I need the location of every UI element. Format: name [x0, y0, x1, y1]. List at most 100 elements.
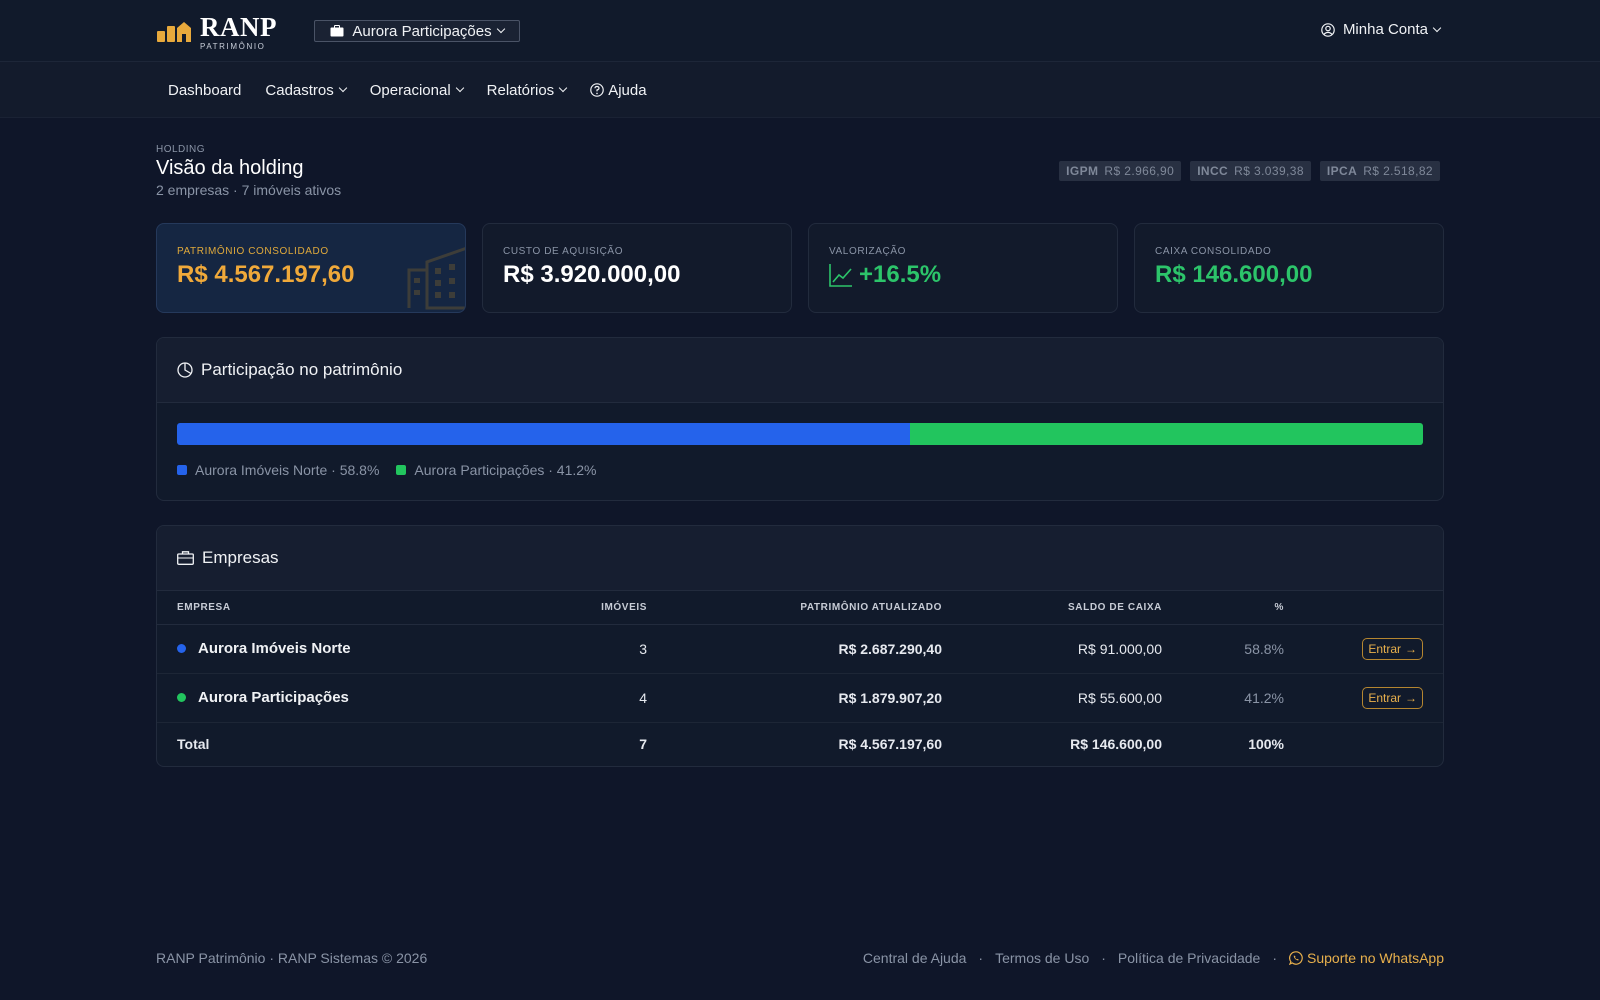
enter-button-label: Entrar: [1368, 690, 1401, 705]
chevron-down-icon: [455, 83, 464, 93]
index-name: IGPM: [1066, 164, 1099, 178]
help-circle-icon: [590, 83, 604, 97]
table-row: Aurora Participações 4 R$ 1.879.907,20 R…: [157, 673, 1443, 723]
nav-relatorios[interactable]: Relatórios: [475, 82, 579, 99]
enter-company-button[interactable]: Entrar →: [1362, 686, 1423, 709]
card-value-row: +16.5%: [829, 261, 1097, 289]
main-nav: Dashboard Cadastros Operacional Relatóri…: [0, 62, 1600, 118]
company-color-dot: [177, 644, 186, 653]
company-color-dot: [177, 693, 186, 702]
card-valorizacao: VALORIZAÇÃO +16.5%: [808, 223, 1118, 313]
companies-table: EMPRESA IMÓVEIS PATRIMÔNIO ATUALIZADO SA…: [157, 591, 1443, 766]
col-empresa: EMPRESA: [157, 591, 557, 625]
company-name: Aurora Participações: [177, 689, 557, 706]
index-badge-incc: INCC R$ 3.039,38: [1190, 161, 1311, 181]
footer: RANP Patrimônio · RANP Sistemas © 2026 C…: [156, 950, 1444, 966]
nav-operacional[interactable]: Operacional: [358, 82, 475, 99]
footer-separator: ·: [978, 950, 984, 966]
account-menu[interactable]: Minha Conta: [1321, 21, 1442, 38]
card-patrimonio-consolidado: PATRIMÔNIO CONSOLIDADO R$ 4.567.197,60: [156, 223, 466, 313]
logo[interactable]: RANP PATRIMÔNIO: [156, 14, 277, 51]
total-percent: 100%: [1248, 736, 1284, 753]
companies-panel-header: Empresas: [157, 526, 1443, 591]
index-value: R$ 3.039,38: [1234, 164, 1304, 178]
brand-subtitle: PATRIMÔNIO: [200, 42, 266, 51]
card-value: +16.5%: [859, 261, 942, 288]
card-value: R$ 3.920.000,00: [503, 261, 681, 288]
whatsapp-label: Suporte no WhatsApp: [1307, 950, 1444, 966]
briefcase-icon: [330, 25, 344, 37]
share-segment-aurora-participacoes: [909, 423, 1423, 445]
footer-separator: ·: [1272, 950, 1278, 966]
card-label: CUSTO DE AQUISIÇÃO: [503, 246, 624, 257]
total-caixa: R$ 146.600,00: [1070, 736, 1162, 753]
companies-panel-title: Empresas: [202, 548, 279, 567]
cell-caixa: R$ 55.600,00: [942, 673, 1162, 723]
footer-separator: ·: [1101, 950, 1106, 966]
legend-swatch: [396, 465, 407, 475]
footer-link-privacy[interactable]: Política de Privacidade: [1118, 950, 1260, 966]
cell-imoveis: 3: [557, 624, 647, 674]
cell-percent: 41.2%: [1162, 673, 1284, 723]
nav-relatorios-label: Relatórios: [486, 81, 555, 99]
trend-up-icon: [829, 263, 853, 287]
company-name-text: Aurora Imóveis Norte: [198, 640, 351, 657]
brand-name: RANP: [200, 12, 277, 42]
nav-cadastros[interactable]: Cadastros: [253, 82, 357, 99]
card-value: R$ 146.600,00: [1155, 261, 1313, 288]
cell-patrimonio: R$ 1.879.907,20: [647, 673, 942, 723]
nav-ajuda-label: Ajuda: [608, 81, 647, 99]
chevron-down-icon: [338, 83, 348, 93]
logo-icon: [156, 17, 192, 48]
table-row: Aurora Imóveis Norte 3 R$ 2.687.290,40 R…: [157, 624, 1443, 674]
legend-item: Aurora Imóveis Norte · 58.8%: [177, 462, 379, 478]
index-value: R$ 2.518,82: [1363, 164, 1433, 178]
company-selector-label: Aurora Participações: [352, 22, 492, 40]
index-badge-ipca: IPCA R$ 2.518,82: [1319, 161, 1440, 181]
share-panel-header: Participação no patrimônio: [157, 338, 1443, 403]
building-icon: [405, 244, 465, 312]
col-saldo-caixa: SALDO DE CAIXA: [942, 591, 1162, 625]
footer-link-terms[interactable]: Termos de Uso: [995, 950, 1089, 966]
legend-label: Aurora Imóveis Norte · 58.8%: [195, 462, 380, 478]
index-name: INCC: [1197, 164, 1229, 178]
nav-ajuda[interactable]: Ajuda: [578, 82, 658, 99]
cell-imoveis: 4: [557, 673, 647, 723]
legend-label: Aurora Participações · 41.2%: [414, 462, 597, 478]
nav-dashboard-label: Dashboard: [168, 81, 242, 99]
companies-panel: Empresas EMPRESA IMÓVEIS PATRIMÔNIO ATUA…: [156, 525, 1444, 767]
arrow-right-icon: →: [1405, 641, 1417, 656]
cell-caixa: R$ 91.000,00: [942, 624, 1162, 674]
index-badges: IGPM R$ 2.966,90 INCC R$ 3.039,38 IPCA R$ 2…: [1050, 161, 1440, 181]
cell-patrimonio: R$ 2.687.290,40: [647, 624, 942, 674]
card-custo-aquisicao: CUSTO DE AQUISIÇÃO R$ 3.920.000,00: [482, 223, 792, 313]
col-percent: %: [1162, 591, 1284, 625]
nav-dashboard[interactable]: Dashboard: [156, 82, 253, 99]
footer-links: Central de Ajuda · Termos de Uso · Polít…: [863, 950, 1444, 966]
footer-link-help[interactable]: Central de Ajuda: [863, 950, 967, 966]
enter-button-label: Entrar: [1368, 641, 1401, 656]
footer-copyright: RANP Patrimônio · RANP Sistemas © 2026: [156, 950, 428, 966]
briefcase-icon: [177, 551, 194, 565]
share-bar: [177, 423, 1423, 445]
legend-item: Aurora Participações · 41.2%: [396, 462, 597, 478]
cell-percent: 58.8%: [1162, 624, 1284, 674]
chevron-down-icon: [558, 83, 568, 93]
index-value: R$ 2.966,90: [1104, 164, 1175, 178]
col-actions: [1284, 591, 1443, 625]
share-panel: Participação no patrimônio Aurora Imóvei…: [156, 337, 1444, 501]
user-circle-icon: [1321, 22, 1335, 37]
chevron-down-icon: [1432, 23, 1442, 32]
footer-link-whatsapp[interactable]: Suporte no WhatsApp: [1289, 950, 1444, 966]
page-header: HOLDING Visão da holding 2 empresas · 7 …: [156, 144, 1444, 200]
nav-cadastros-label: Cadastros: [265, 81, 334, 99]
col-imoveis: IMÓVEIS: [557, 591, 647, 625]
legend-swatch: [177, 465, 187, 475]
share-segment-aurora-imoveis-norte: [177, 423, 910, 445]
index-badge-igpm: IGPM R$ 2.966,90: [1059, 161, 1182, 181]
card-caixa-consolidado: CAIXA CONSOLIDADO R$ 146.600,00: [1134, 223, 1444, 313]
kpi-cards: PATRIMÔNIO CONSOLIDADO R$ 4.567.197,60 C…: [156, 223, 1444, 313]
enter-company-button[interactable]: Entrar →: [1362, 637, 1423, 660]
company-selector[interactable]: Aurora Participações: [314, 20, 520, 42]
col-patrimonio: PATRIMÔNIO ATUALIZADO: [647, 591, 942, 625]
